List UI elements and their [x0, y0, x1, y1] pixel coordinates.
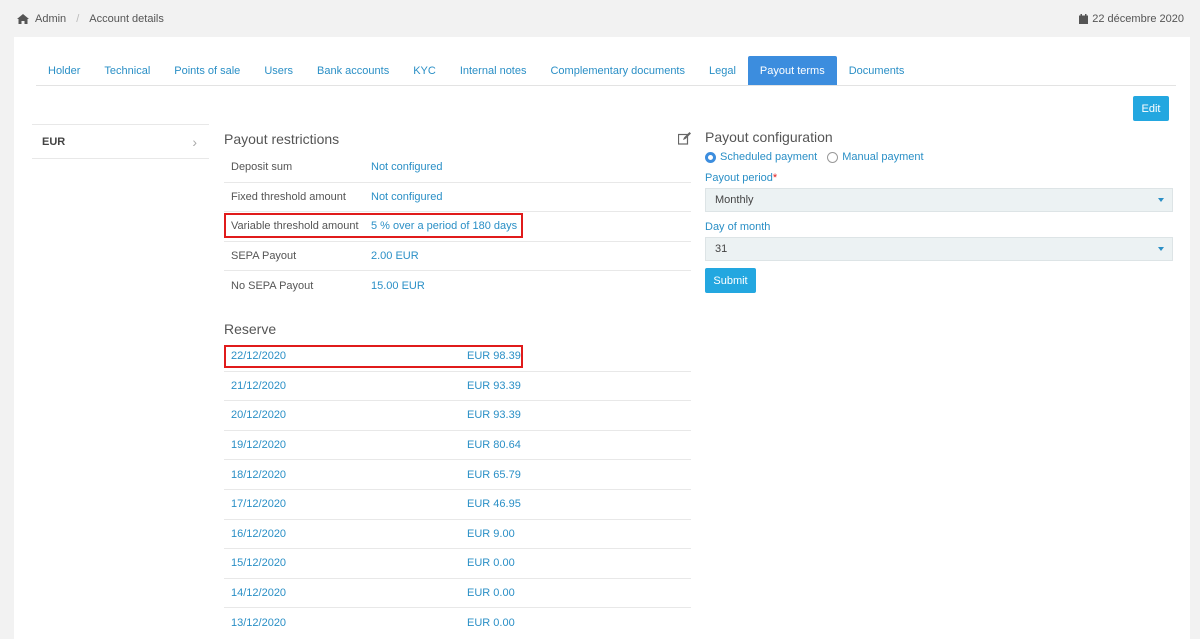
submit-button[interactable]: Submit — [705, 268, 756, 293]
reserve-date[interactable]: 21/12/2020 — [231, 380, 286, 392]
reserve-amount[interactable]: EUR 93.39 — [467, 409, 521, 421]
payout-configuration-title: Payout configuration — [705, 129, 833, 145]
restriction-value[interactable]: 2.00 EUR — [371, 250, 419, 262]
radio-selected-icon — [705, 151, 716, 163]
edit-button[interactable]: Edit — [1133, 96, 1169, 121]
reserve-amount[interactable]: EUR 98.39 — [467, 350, 521, 362]
restriction-row: Deposit sum Not configured — [224, 153, 691, 183]
reserve-amount[interactable]: EUR 46.95 — [467, 498, 521, 510]
reserve-date[interactable]: 16/12/2020 — [231, 528, 286, 540]
tab-documents[interactable]: Documents — [837, 56, 917, 85]
payout-restrictions-title: Payout restrictions — [224, 131, 340, 147]
breadcrumb-home[interactable]: Admin — [35, 13, 66, 25]
reserve-row: 19/12/2020 EUR 80.64 — [224, 431, 691, 461]
manual-payment-radio[interactable]: Manual payment — [827, 151, 924, 163]
reserve-title: Reserve — [224, 321, 277, 337]
payout-mode-radios: Scheduled payment Manual payment — [705, 151, 1173, 163]
currency-item-eur[interactable]: EUR › — [32, 125, 209, 158]
breadcrumb-separator: / — [76, 13, 80, 25]
reserve-date[interactable]: 22/12/2020 — [231, 350, 286, 362]
reserve-row: 16/12/2020 EUR 9.00 — [224, 520, 691, 550]
reserve-amount[interactable]: EUR 80.64 — [467, 439, 521, 451]
breadcrumb: Admin / Account details — [17, 13, 164, 25]
payout-configuration: Payout configuration Scheduled payment M… — [705, 129, 1173, 293]
reserve-amount[interactable]: EUR 0.00 — [467, 587, 515, 599]
date-text: 22 décembre 2020 — [1092, 13, 1184, 25]
restriction-label: Deposit sum — [231, 161, 293, 174]
chevron-right-icon: › — [192, 133, 197, 150]
reserve-amount[interactable]: EUR 9.00 — [467, 528, 515, 540]
restriction-label: SEPA Payout — [231, 250, 297, 263]
restriction-row: Variable threshold amount 5 % over a per… — [224, 212, 691, 242]
tab-kyc[interactable]: KYC — [401, 56, 448, 85]
tab-bar: Holder Technical Points of sale Users Ba… — [36, 56, 1176, 86]
home-icon — [17, 14, 29, 24]
reserve-date[interactable]: 19/12/2020 — [231, 439, 286, 451]
currency-list: EUR › — [32, 124, 209, 159]
reserve-amount[interactable]: EUR 93.39 — [467, 380, 521, 392]
payout-period-label-text: Payout period — [705, 172, 773, 184]
current-date: 22 décembre 2020 — [1079, 13, 1184, 25]
required-marker: * — [772, 172, 778, 184]
reserve-row: 22/12/2020 EUR 98.39 — [224, 342, 691, 372]
reserve-date[interactable]: 13/12/2020 — [231, 617, 286, 629]
reserve-row: 20/12/2020 EUR 93.39 — [224, 401, 691, 431]
tab-complementary-documents[interactable]: Complementary documents — [538, 56, 697, 85]
manual-payment-label: Manual payment — [842, 151, 924, 163]
reserve-date[interactable]: 20/12/2020 — [231, 409, 286, 421]
day-of-month-label: Day of month — [705, 221, 771, 233]
restriction-value[interactable]: 15.00 EUR — [371, 280, 425, 292]
caret-down-icon — [1158, 198, 1164, 202]
calendar-icon — [1079, 14, 1089, 24]
restriction-value[interactable]: Not configured — [371, 191, 443, 203]
reserve-date[interactable]: 15/12/2020 — [231, 557, 286, 569]
reserve-table: 22/12/2020 EUR 98.39 21/12/2020 EUR 93.3… — [224, 342, 691, 638]
restriction-value[interactable]: 5 % over a period of 180 days — [371, 220, 517, 232]
reserve-date[interactable]: 17/12/2020 — [231, 498, 286, 510]
restriction-label: No SEPA Payout — [231, 280, 314, 293]
breadcrumb-current: Account details — [89, 13, 164, 25]
scheduled-payment-radio[interactable]: Scheduled payment — [705, 151, 817, 163]
tab-technical[interactable]: Technical — [92, 56, 162, 85]
caret-down-icon — [1158, 247, 1164, 251]
top-bar: Admin / Account details 22 décembre 2020 — [0, 0, 1200, 38]
payout-period-select[interactable]: Monthly — [705, 188, 1173, 212]
edit-icon[interactable] — [678, 132, 691, 145]
reserve-date[interactable]: 18/12/2020 — [231, 469, 286, 481]
reserve-row: 13/12/2020 EUR 0.00 — [224, 608, 691, 638]
reserve-amount[interactable]: EUR 0.00 — [467, 557, 515, 569]
day-of-month-value: 31 — [715, 243, 728, 255]
reserve-row: 15/12/2020 EUR 0.00 — [224, 549, 691, 579]
reserve-date[interactable]: 14/12/2020 — [231, 587, 286, 599]
account-details-card: Holder Technical Points of sale Users Ba… — [14, 37, 1190, 639]
restriction-value[interactable]: Not configured — [371, 161, 443, 173]
currency-label: EUR — [42, 135, 66, 148]
reserve-amount[interactable]: EUR 65.79 — [467, 469, 521, 481]
reserve-row: 18/12/2020 EUR 65.79 — [224, 460, 691, 490]
tab-holder[interactable]: Holder — [36, 56, 92, 85]
payout-period-value: Monthly — [715, 194, 754, 206]
tab-points-of-sale[interactable]: Points of sale — [162, 56, 252, 85]
restriction-row: SEPA Payout 2.00 EUR — [224, 242, 691, 272]
scheduled-payment-label: Scheduled payment — [720, 151, 818, 163]
restriction-label: Fixed threshold amount — [231, 190, 346, 203]
tab-bank-accounts[interactable]: Bank accounts — [305, 56, 401, 85]
reserve-amount[interactable]: EUR 0.00 — [467, 617, 515, 629]
restriction-label: Variable threshold amount — [231, 220, 359, 233]
tab-users[interactable]: Users — [252, 56, 305, 85]
reserve-row: 14/12/2020 EUR 0.00 — [224, 579, 691, 609]
tab-internal-notes[interactable]: Internal notes — [448, 56, 539, 85]
radio-empty-icon — [827, 151, 839, 163]
payout-period-label: Payout period* — [705, 172, 1173, 184]
restriction-row: Fixed threshold amount Not configured — [224, 183, 691, 213]
tab-payout-terms[interactable]: Payout terms — [747, 56, 837, 85]
tab-legal[interactable]: Legal — [697, 56, 748, 85]
reserve-row: 17/12/2020 EUR 46.95 — [224, 490, 691, 520]
restrictions-table: Deposit sum Not configured Fixed thresho… — [224, 153, 691, 301]
day-of-month-select[interactable]: 31 — [705, 237, 1173, 261]
restriction-row: No SEPA Payout 15.00 EUR — [224, 271, 691, 301]
reserve-row: 21/12/2020 EUR 93.39 — [224, 372, 691, 402]
